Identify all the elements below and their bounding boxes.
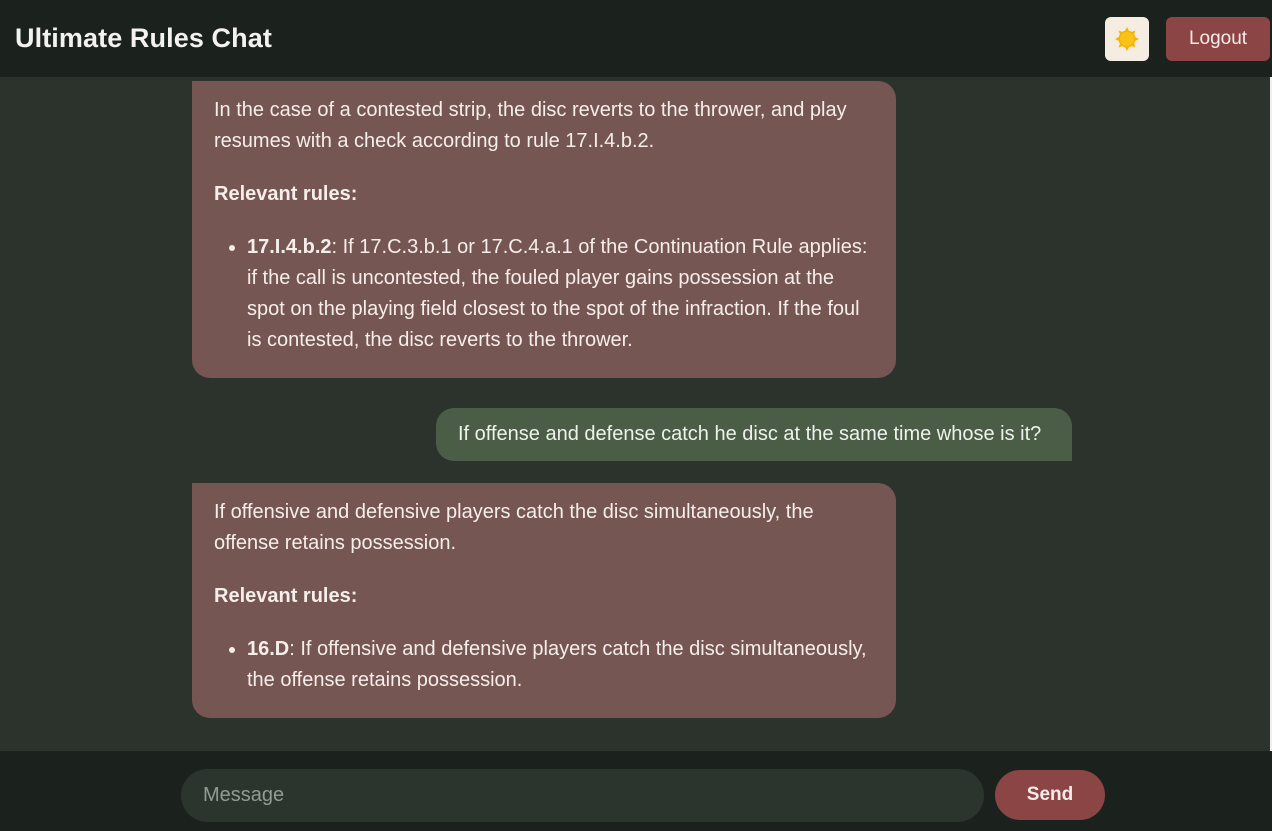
rule-id: 17.I.4.b.2 (247, 236, 332, 258)
assistant-message: If offensive and defensive players catch… (192, 483, 896, 718)
header-actions: Logout (1105, 16, 1270, 61)
assistant-message: In the case of a contested strip, the di… (192, 81, 896, 378)
relevant-rules-heading: Relevant rules: (214, 585, 358, 607)
rule-text: : If offensive and defensive players cat… (247, 638, 867, 691)
theme-toggle-button[interactable] (1105, 16, 1149, 61)
rule-text: : If 17.C.3.b.1 or 17.C.4.a.1 of the Con… (247, 236, 868, 351)
assistant-answer: If offensive and defensive players catch… (214, 501, 814, 554)
app-title: Ultimate Rules Chat (15, 23, 272, 53)
sun-icon (1115, 26, 1139, 51)
rule-item: 17.I.4.b.2: If 17.C.3.b.1 or 17.C.4.a.1 … (247, 232, 874, 356)
assistant-answer: In the case of a contested strip, the di… (214, 99, 847, 152)
app-header: Ultimate Rules Chat Logout (0, 0, 1272, 77)
rule-id: 16.D (247, 638, 290, 660)
relevant-rules-heading: Relevant rules: (214, 183, 358, 205)
message-composer: Send (0, 751, 1272, 831)
rules-list: 17.I.4.b.2: If 17.C.3.b.1 or 17.C.4.a.1 … (214, 232, 874, 356)
user-message: If offense and defense catch he disc at … (436, 408, 1072, 461)
message-input[interactable] (181, 769, 984, 822)
send-button[interactable]: Send (995, 770, 1105, 820)
rules-list: 16.D: If offensive and defensive players… (214, 634, 874, 696)
rule-item: 16.D: If offensive and defensive players… (247, 634, 874, 696)
chat-messages[interactable]: In the case of a contested strip, the di… (0, 77, 1272, 751)
logout-button[interactable]: Logout (1166, 16, 1270, 61)
